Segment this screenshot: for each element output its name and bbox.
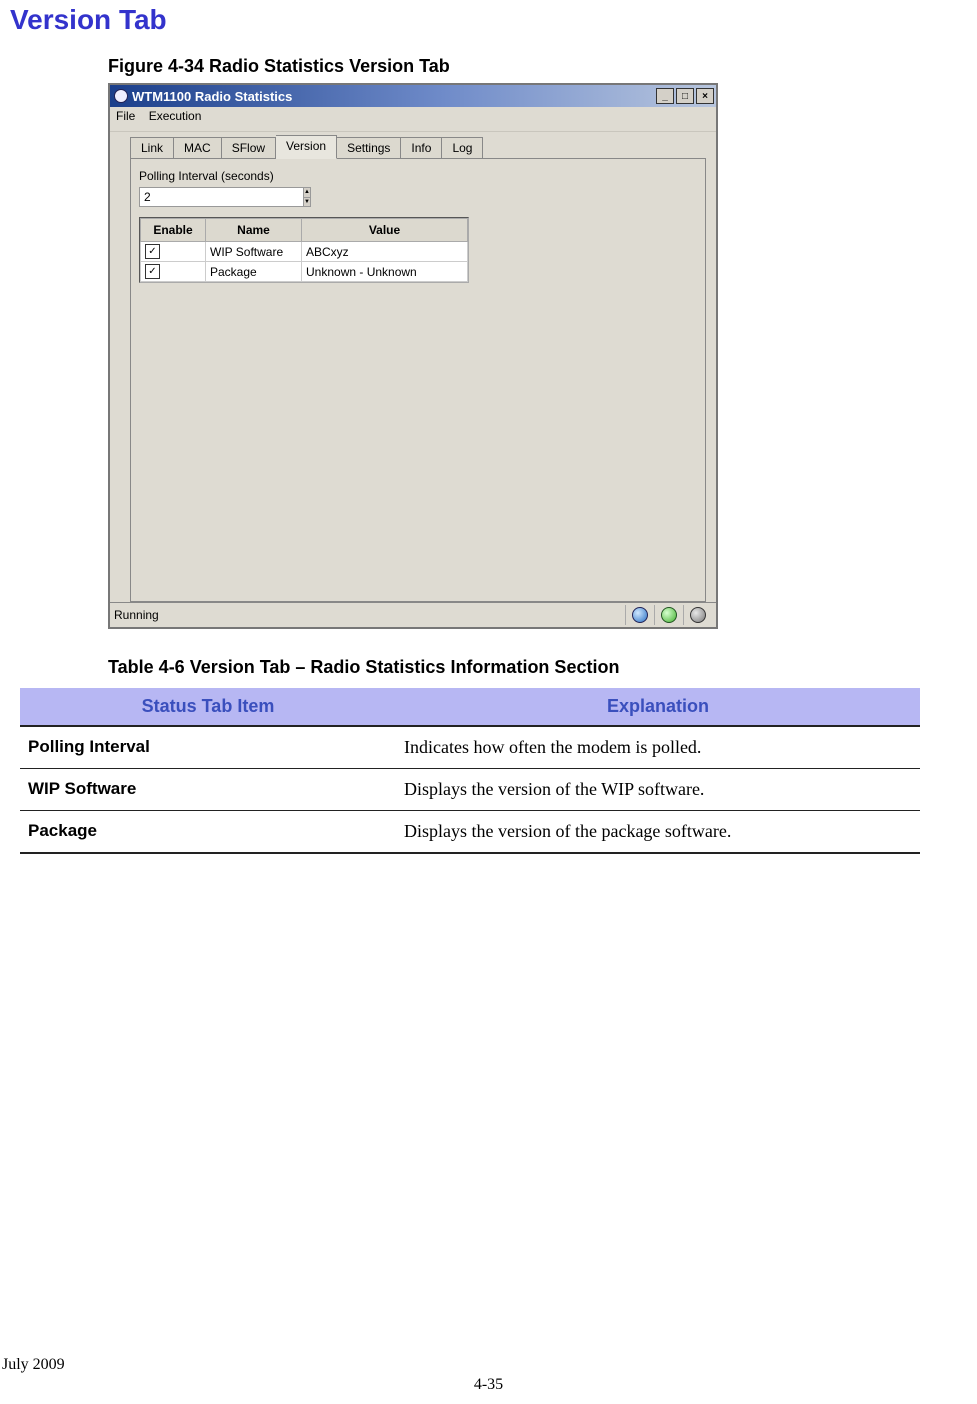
table-caption: Table 4-6 Version Tab – Radio Statistics… (108, 657, 917, 678)
table-row: Polling Interval Indicates how often the… (20, 726, 920, 769)
doc-item: Polling Interval (20, 726, 396, 769)
statusbar: Running (110, 602, 716, 627)
spinner-up-button[interactable]: ▲ (304, 188, 310, 197)
doc-explanation: Indicates how often the modem is polled. (396, 726, 920, 769)
table-row: ✓ WIP Software ABCxyz (140, 242, 468, 262)
window-title: WTM1100 Radio Statistics (132, 89, 292, 104)
tabstrip: Link MAC SFlow Version Settings Info Log (130, 136, 706, 159)
minimize-button[interactable]: _ (656, 88, 674, 104)
tab-version[interactable]: Version (276, 135, 337, 159)
cell-name: WIP Software (206, 242, 302, 262)
maximize-button[interactable]: □ (676, 88, 694, 104)
col-header-value[interactable]: Value (302, 218, 468, 242)
tab-settings[interactable]: Settings (337, 137, 401, 158)
status-indicator-green-icon (661, 607, 677, 623)
close-button[interactable]: × (696, 88, 714, 104)
doc-table-header-item: Status Tab Item (20, 688, 396, 726)
status-text: Running (114, 608, 159, 622)
version-datagrid: Enable Name Value ✓ WIP Software ABCxyz … (139, 217, 469, 283)
table-row: WIP Software Displays the version of the… (20, 769, 920, 811)
tab-info[interactable]: Info (401, 137, 442, 158)
tab-link[interactable]: Link (130, 137, 174, 158)
titlebar: WTM1100 Radio Statistics _ □ × (110, 85, 716, 107)
enable-checkbox[interactable]: ✓ (145, 264, 160, 279)
doc-explanation: Displays the version of the WIP software… (396, 769, 920, 811)
cell-value: ABCxyz (302, 242, 468, 262)
doc-item: WIP Software (20, 769, 396, 811)
polling-interval-input[interactable] (139, 187, 303, 207)
table-row: Package Displays the version of the pack… (20, 811, 920, 854)
page-number: 4-35 (0, 1376, 977, 1394)
col-header-enable[interactable]: Enable (140, 218, 206, 242)
table-row: ✓ Package Unknown - Unknown (140, 262, 468, 282)
tab-log[interactable]: Log (442, 137, 483, 158)
doc-explanation: Displays the version of the package soft… (396, 811, 920, 854)
cell-name: Package (206, 262, 302, 282)
status-indicator-grey-icon (690, 607, 706, 623)
footer-date: July 2009 (2, 1356, 65, 1374)
polling-interval-spinner: ▲ ▼ (139, 187, 229, 207)
section-heading: Version Tab (10, 4, 917, 36)
tab-panel-version: Polling Interval (seconds) ▲ ▼ Enable Na… (130, 159, 706, 602)
tab-mac[interactable]: MAC (174, 137, 222, 158)
app-icon (114, 89, 128, 103)
enable-checkbox[interactable]: ✓ (145, 244, 160, 259)
col-header-name[interactable]: Name (206, 218, 302, 242)
polling-interval-label: Polling Interval (seconds) (139, 169, 697, 183)
page-footer: July 2009 4-35 (0, 1376, 977, 1394)
cell-value: Unknown - Unknown (302, 262, 468, 282)
tab-sflow[interactable]: SFlow (222, 137, 276, 158)
spinner-buttons: ▲ ▼ (303, 187, 311, 207)
menu-file[interactable]: File (116, 109, 135, 123)
explanation-table: Status Tab Item Explanation Polling Inte… (20, 688, 920, 854)
spinner-down-button[interactable]: ▼ (304, 197, 310, 207)
doc-table-header-explanation: Explanation (396, 688, 920, 726)
menubar: File Execution (110, 107, 716, 132)
menu-execution[interactable]: Execution (149, 109, 202, 123)
figure-caption: Figure 4-34 Radio Statistics Version Tab (108, 56, 917, 77)
app-window: WTM1100 Radio Statistics _ □ × File Exec… (108, 83, 718, 629)
status-indicator-blue-icon (632, 607, 648, 623)
doc-item: Package (20, 811, 396, 854)
